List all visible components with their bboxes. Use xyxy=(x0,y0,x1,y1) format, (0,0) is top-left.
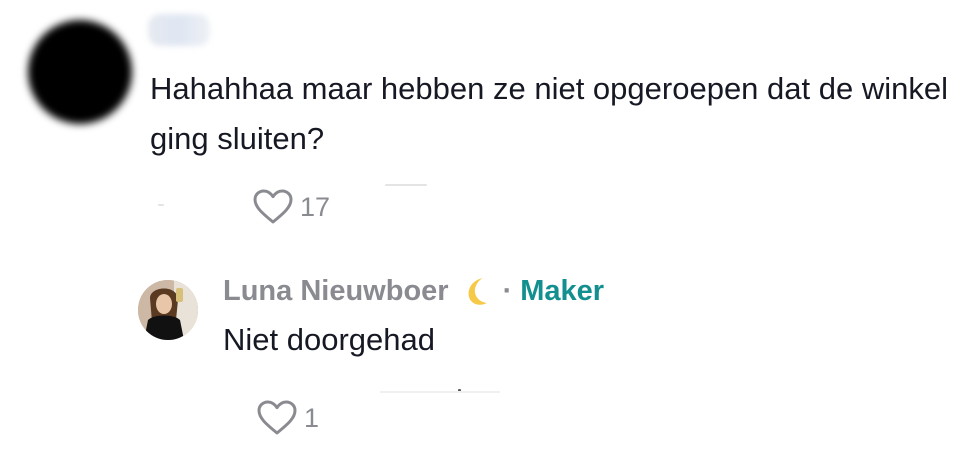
divider-mark xyxy=(158,204,164,206)
divider-mark xyxy=(380,391,500,393)
heart-outline-icon xyxy=(257,400,297,435)
heart-outline-icon xyxy=(253,189,293,224)
divider-mark xyxy=(385,184,427,186)
maker-badge: Maker xyxy=(520,274,605,307)
reply-text: Niet doorgehad xyxy=(223,322,435,357)
reply-author-name[interactable]: Luna Nieuwboer xyxy=(223,275,449,308)
commenter-username-redacted[interactable] xyxy=(148,14,210,46)
crescent-moon-icon xyxy=(468,278,487,305)
comment-like-button[interactable]: 17 xyxy=(252,188,330,226)
comment-item: Hahahhaa maar hebben ze niet opgeroepen … xyxy=(0,0,971,250)
commenter-avatar[interactable] xyxy=(28,20,132,124)
comment-text: Hahahhaa maar hebben ze niet opgeroepen … xyxy=(150,71,948,156)
reply-header: Luna Nieuwboer · Maker xyxy=(223,269,604,313)
avatar-photo xyxy=(138,280,198,340)
reply-author-avatar[interactable] xyxy=(138,280,198,340)
reply-like-count: 1 xyxy=(304,402,320,433)
reply-like-button[interactable]: 1 xyxy=(256,399,319,437)
separator-dot: · xyxy=(502,274,513,307)
comment-like-count: 17 xyxy=(300,191,331,222)
